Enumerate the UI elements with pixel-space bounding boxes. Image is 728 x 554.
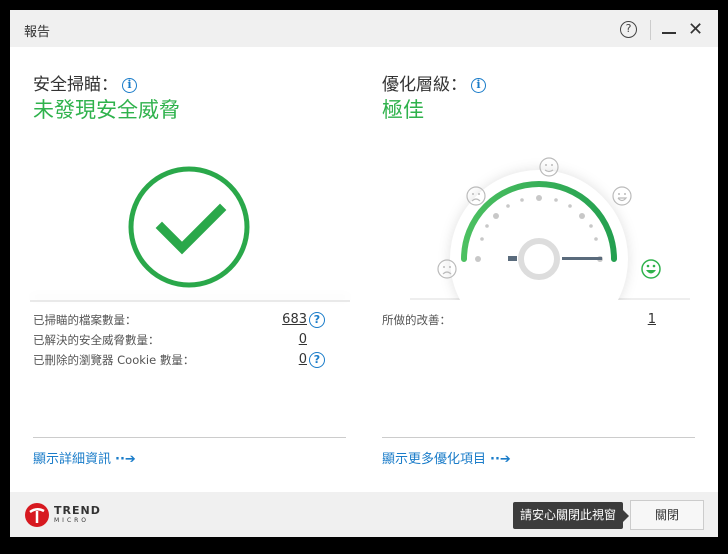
window-title: 報告	[24, 25, 51, 40]
optimization-gauge	[410, 157, 690, 310]
gauge-needle	[562, 257, 602, 260]
resolved-threats-count[interactable]: 0	[272, 332, 307, 347]
optimization-label: 優化層級：	[382, 75, 467, 95]
report-window: 報告 ? ✕ 安全掃瞄： i 未發現安全威脅 已掃瞄的檔案數量： 683 ? 已解…	[10, 10, 718, 537]
security-scan-label: 安全掃瞄：	[33, 75, 118, 95]
arrow-right-icon: ··➔	[115, 452, 136, 467]
show-details-link[interactable]: 顯示詳細資訊 ··➔	[33, 448, 136, 467]
divider	[33, 437, 346, 438]
stat-label: 已解決的安全威脅數量：	[33, 333, 160, 347]
help-icon[interactable]: ?	[309, 312, 325, 328]
trend-micro-logo: TREND MICRO	[24, 502, 100, 532]
tooltip: 請安心關閉此視窗	[513, 502, 629, 529]
help-icon[interactable]: ?	[309, 352, 325, 368]
close-icon[interactable]: ✕	[688, 19, 703, 40]
stat-label: 已刪除的瀏覽器 Cookie 數量：	[33, 353, 195, 367]
optimization-heading: 優化層級： i	[382, 70, 486, 95]
improvements-count[interactable]: 1	[620, 312, 656, 327]
best-face-icon	[641, 259, 661, 279]
arrow-right-icon: ··➔	[490, 452, 511, 467]
close-button[interactable]: 關閉	[630, 500, 704, 530]
security-scan-heading: 安全掃瞄： i	[33, 70, 137, 95]
info-icon[interactable]: i	[122, 78, 137, 93]
title-bar: 報告 ? ✕	[10, 10, 718, 47]
security-status: 未發現安全威脅	[33, 98, 180, 122]
shadow-floor	[30, 300, 350, 302]
stat-label: 已掃瞄的檔案數量：	[33, 313, 137, 327]
help-icon[interactable]: ?	[620, 21, 637, 38]
scanned-files-count[interactable]: 683	[272, 312, 307, 327]
minimize-button[interactable]	[662, 32, 676, 34]
link-label: 顯示詳細資訊	[33, 452, 112, 467]
divider	[650, 20, 651, 40]
stat-label: 所做的改善：	[382, 313, 451, 327]
happy-face-icon	[612, 186, 632, 206]
show-more-optimization-link[interactable]: 顯示更多優化項目 ··➔	[382, 448, 511, 467]
checkmark-icon	[128, 166, 250, 288]
divider	[382, 437, 695, 438]
footer: TREND MICRO 請安心關閉此視窗 關閉	[10, 492, 718, 537]
optimization-status: 極佳	[382, 98, 424, 122]
info-icon[interactable]: i	[471, 78, 486, 93]
link-label: 顯示更多優化項目	[382, 452, 487, 467]
deleted-cookies-count[interactable]: 0	[272, 352, 307, 367]
